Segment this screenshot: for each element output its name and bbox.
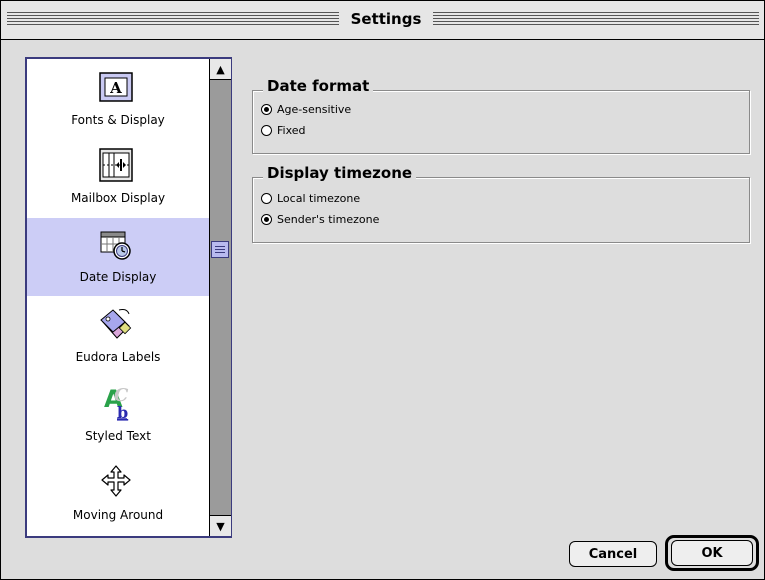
triangle-up-icon: ▲ [216, 62, 225, 76]
sidebar-item-date-display[interactable]: Date Display [27, 218, 209, 296]
age-sensitive-radio[interactable]: Age-sensitive [261, 103, 351, 116]
local-timezone-radio[interactable]: Local timezone [261, 192, 360, 205]
title-bar-stripes-right [433, 12, 759, 26]
fonts-display-icon: A [99, 72, 133, 102]
sidebar-item-mailbox-display[interactable]: Mailbox Display [27, 139, 209, 217]
date-format-group: Date format Age-sensitive Fixed [252, 77, 750, 154]
sidebar-item-fonts-display[interactable]: A Fonts & Display [27, 61, 209, 139]
sidebar-item-label: Mailbox Display [70, 191, 166, 205]
default-button-ring: OK [665, 535, 759, 571]
category-list-scrollbar[interactable]: ▲ ▼ [209, 59, 231, 536]
senders-timezone-radio[interactable]: Sender's timezone [261, 213, 379, 226]
display-timezone-title: Display timezone [263, 164, 417, 182]
title-bar-stripes-left [7, 12, 339, 26]
sidebar-item-label: Date Display [79, 270, 157, 284]
triangle-down-icon: ▼ [216, 519, 225, 533]
sidebar-item-label: Fonts & Display [71, 113, 165, 127]
display-timezone-group: Display timezone Local timezone Sender's… [252, 164, 750, 243]
date-display-icon [100, 231, 131, 260]
fixed-label: Fixed [277, 124, 306, 137]
age-sensitive-label: Age-sensitive [277, 103, 352, 116]
sidebar-item-label: Styled Text [85, 429, 151, 443]
styled-text-icon: A C b [104, 385, 129, 421]
sidebar-item-styled-text[interactable]: A C b Styled Text [27, 377, 209, 455]
scroll-down-button[interactable]: ▼ [210, 515, 231, 536]
sidebar-item-eudora-labels[interactable]: Eudora Labels [27, 298, 209, 376]
ok-button[interactable]: OK [671, 540, 753, 566]
radio-unselected-icon [261, 125, 272, 136]
settings-category-list: A Fonts & Display Mailbox Display Date D… [25, 57, 232, 538]
window-title: Settings [339, 9, 433, 29]
category-list-items: A Fonts & Display Mailbox Display Date D… [27, 59, 209, 536]
moving-around-icon [101, 465, 131, 497]
local-timezone-label: Local timezone [277, 192, 361, 205]
scroll-up-button[interactable]: ▲ [210, 59, 231, 80]
senders-timezone-label: Sender's timezone [277, 213, 380, 226]
radio-unselected-icon [261, 193, 272, 204]
cancel-button[interactable]: Cancel [569, 541, 657, 567]
title-bar[interactable]: Settings [1, 1, 764, 40]
radio-selected-icon [261, 104, 272, 115]
settings-window: Settings A Fonts & Display Mailbox Displ… [0, 0, 765, 580]
sidebar-item-moving-around[interactable]: Moving Around [27, 456, 209, 534]
sidebar-item-label: Moving Around [72, 508, 164, 522]
date-format-title: Date format [263, 77, 374, 95]
scroll-thumb[interactable] [211, 241, 229, 258]
fixed-radio[interactable]: Fixed [261, 124, 306, 137]
labels-icon [100, 309, 132, 339]
svg-text:A: A [109, 79, 122, 97]
radio-selected-icon [261, 214, 272, 225]
mailbox-display-icon [99, 148, 133, 182]
sidebar-item-label: Eudora Labels [75, 350, 161, 364]
